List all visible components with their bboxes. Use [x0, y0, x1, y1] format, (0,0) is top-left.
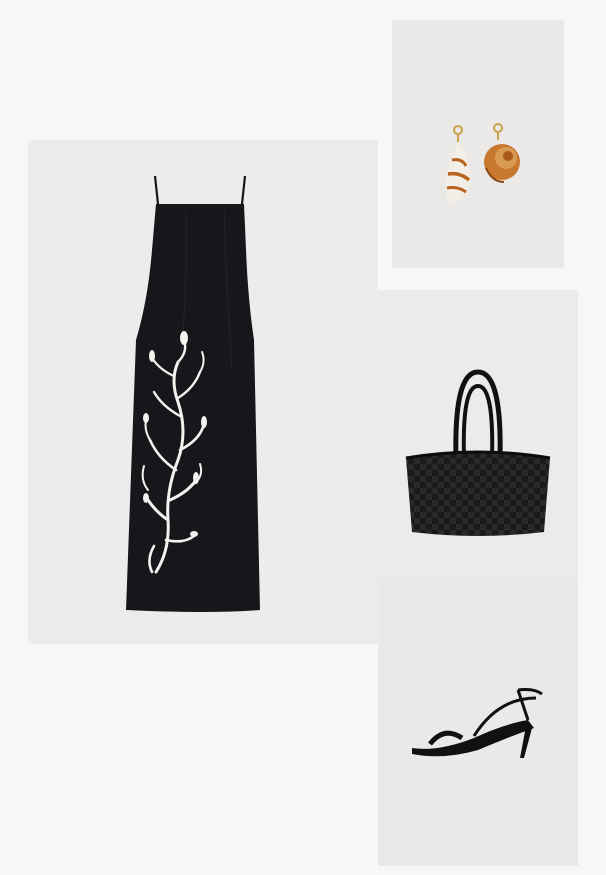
kitten-heel-sandal-illustration: [412, 688, 543, 758]
woven-bag-product-image[interactable]: [378, 290, 578, 578]
moodboard-page: { "board": { "background": "#f7f7f7", "i…: [0, 0, 606, 875]
dress-product-image[interactable]: [28, 140, 378, 644]
sandal-product-image[interactable]: [378, 578, 578, 866]
dress-illustration: [126, 175, 260, 612]
shell-earrings-illustration: [445, 123, 520, 204]
earrings-product-image[interactable]: [392, 20, 564, 268]
woven-tote-illustration: [405, 369, 551, 536]
